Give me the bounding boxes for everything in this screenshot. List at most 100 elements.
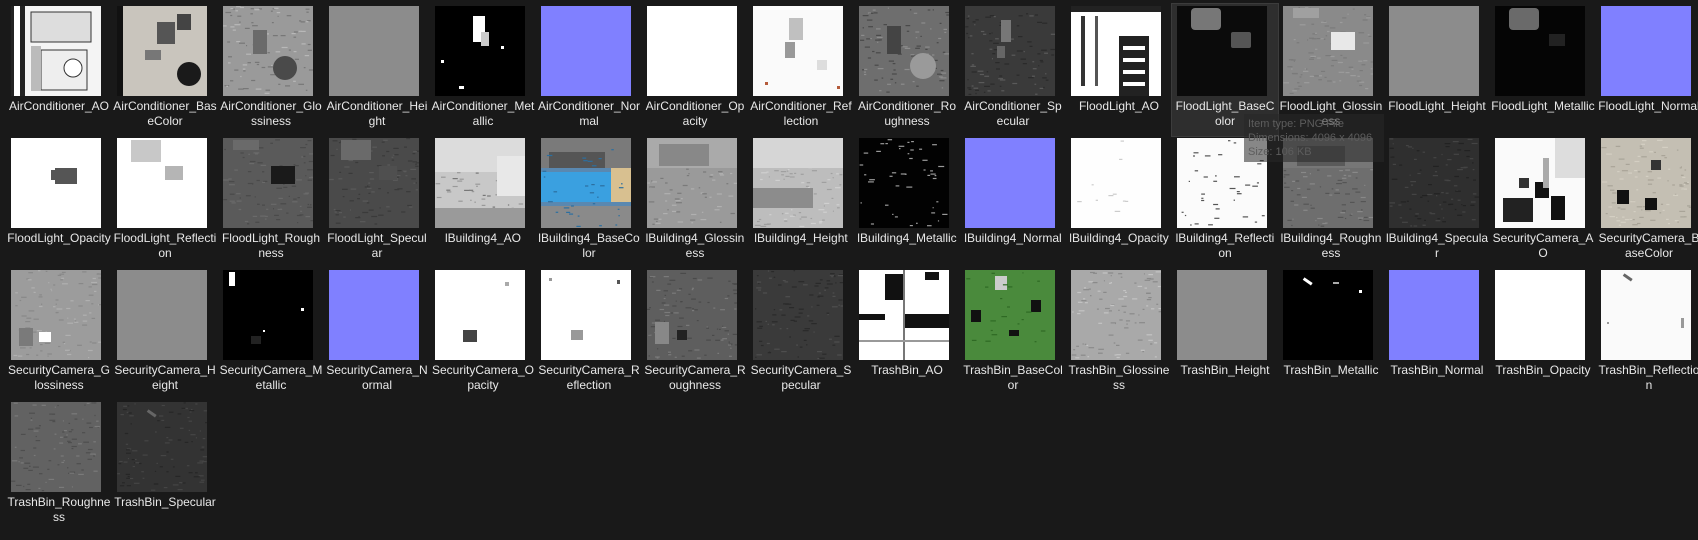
file-item[interactable]: TrashBin_Normal <box>1384 268 1490 400</box>
file-name-label: FloodLight_Metallic <box>1491 99 1595 113</box>
file-thumbnail <box>647 270 737 360</box>
file-name-label: FloodLight_Height <box>1388 99 1486 113</box>
file-thumbnail <box>11 138 101 228</box>
file-thumbnail <box>11 270 101 360</box>
file-thumbnail <box>859 270 949 360</box>
file-item[interactable]: AirConditioner_Reflection <box>748 4 854 136</box>
file-name-label: TrashBin_AO <box>871 363 943 377</box>
file-name-label: AirConditioner_Height <box>326 99 428 128</box>
file-item[interactable]: SecurityCamera_Normal <box>324 268 430 400</box>
file-item[interactable]: SecurityCamera_Glossiness <box>6 268 112 400</box>
file-item[interactable]: FloodLight_Glossiness <box>1278 4 1384 136</box>
file-name-label: lBuilding4_Reflection <box>1175 231 1275 260</box>
file-thumbnail <box>1389 138 1479 228</box>
file-thumbnail <box>1283 6 1373 96</box>
file-item[interactable]: lBuilding4_Metallic <box>854 136 960 268</box>
file-item[interactable]: TrashBin_AO <box>854 268 960 400</box>
file-item[interactable]: SecurityCamera_Specular <box>748 268 854 400</box>
file-thumbnail <box>859 138 949 228</box>
file-thumbnail <box>223 270 313 360</box>
file-thumbnail <box>435 270 525 360</box>
file-name-label: FloodLight_Reflection <box>113 231 217 260</box>
file-item[interactable]: lBuilding4_Specular <box>1384 136 1490 268</box>
file-item[interactable]: SecurityCamera_Height <box>112 268 218 400</box>
file-thumbnail <box>1601 270 1691 360</box>
file-item[interactable]: SecurityCamera_Metallic <box>218 268 324 400</box>
file-item[interactable]: AirConditioner_AO <box>6 4 112 136</box>
file-name-label: TrashBin_Reflection <box>1598 363 1698 392</box>
file-item[interactable]: AirConditioner_BaseColor <box>112 4 218 136</box>
file-item[interactable]: SecurityCamera_Roughness <box>642 268 748 400</box>
file-item[interactable]: FloodLight_BaseColor <box>1171 3 1279 137</box>
file-thumbnail <box>117 270 207 360</box>
file-item[interactable]: SecurityCamera_AO <box>1490 136 1596 268</box>
file-thumbnail <box>1389 6 1479 96</box>
file-item[interactable]: lBuilding4_BaseColor <box>536 136 642 268</box>
file-name-label: AirConditioner_Metallic <box>431 99 535 128</box>
file-item[interactable]: AirConditioner_Glossiness <box>218 4 324 136</box>
file-name-label: SecurityCamera_Height <box>114 363 216 392</box>
file-name-label: TrashBin_BaseColor <box>963 363 1063 392</box>
file-item[interactable]: lBuilding4_Reflection <box>1172 136 1278 268</box>
file-item[interactable]: lBuilding4_Height <box>748 136 854 268</box>
file-thumbnail <box>1071 270 1161 360</box>
file-thumbnail <box>1601 6 1691 96</box>
file-name-label: lBuilding4_Metallic <box>857 231 957 245</box>
file-item[interactable]: FloodLight_Opacity <box>6 136 112 268</box>
file-item[interactable]: FloodLight_AO <box>1066 4 1172 136</box>
file-item[interactable]: lBuilding4_Glossiness <box>642 136 748 268</box>
file-item[interactable]: AirConditioner_Roughness <box>854 4 960 136</box>
file-item[interactable]: TrashBin_Glossiness <box>1066 268 1172 400</box>
file-name-label: SecurityCamera_Roughness <box>644 363 746 392</box>
file-name-label: SecurityCamera_Reflection <box>538 363 640 392</box>
file-name-label: FloodLight_Specular <box>327 231 427 260</box>
file-thumbnail <box>1389 270 1479 360</box>
file-item[interactable]: lBuilding4_AO <box>430 136 536 268</box>
file-item[interactable]: TrashBin_Opacity <box>1490 268 1596 400</box>
file-thumbnail <box>223 138 313 228</box>
file-item[interactable]: FloodLight_Metallic <box>1490 4 1596 136</box>
file-item[interactable]: lBuilding4_Opacity <box>1066 136 1172 268</box>
file-name-label: SecurityCamera_AO <box>1492 231 1594 260</box>
file-item[interactable]: FloodLight_Specular <box>324 136 430 268</box>
file-item[interactable]: FloodLight_Roughness <box>218 136 324 268</box>
file-item[interactable]: AirConditioner_Specular <box>960 4 1066 136</box>
file-thumbnail <box>1495 270 1585 360</box>
file-item[interactable]: TrashBin_Reflection <box>1596 268 1698 400</box>
file-name-label: TrashBin_Specular <box>114 495 216 509</box>
file-item[interactable]: AirConditioner_Opacity <box>642 4 748 136</box>
file-item[interactable]: AirConditioner_Normal <box>536 4 642 136</box>
file-item[interactable]: lBuilding4_Roughness <box>1278 136 1384 268</box>
file-name-label: lBuilding4_Roughness <box>1280 231 1382 260</box>
file-item[interactable]: TrashBin_Specular <box>112 400 218 532</box>
file-thumbnail <box>435 6 525 96</box>
file-thumbnail <box>329 138 419 228</box>
file-item[interactable]: lBuilding4_Normal <box>960 136 1066 268</box>
file-thumbnail <box>541 270 631 360</box>
file-explorer-content-pane: AirConditioner_AO AirConditioner_BaseColo… <box>0 0 1698 540</box>
file-item[interactable]: AirConditioner_Height <box>324 4 430 136</box>
file-item[interactable]: TrashBin_Roughness <box>6 400 112 532</box>
file-thumbnail <box>117 138 207 228</box>
file-name-label: SecurityCamera_Opacity <box>431 363 535 392</box>
file-name-label: FloodLight_Glossiness <box>1279 99 1383 128</box>
file-name-label: TrashBin_Opacity <box>1495 363 1591 377</box>
file-item[interactable]: FloodLight_Height <box>1384 4 1490 136</box>
file-item[interactable]: TrashBin_Height <box>1172 268 1278 400</box>
file-name-label: SecurityCamera_Metallic <box>219 363 323 392</box>
file-name-label: SecurityCamera_Glossiness <box>7 363 111 392</box>
file-item[interactable]: SecurityCamera_Reflection <box>536 268 642 400</box>
file-item[interactable]: TrashBin_BaseColor <box>960 268 1066 400</box>
file-item[interactable]: SecurityCamera_BaseColor <box>1596 136 1698 268</box>
file-item[interactable]: TrashBin_Metallic <box>1278 268 1384 400</box>
file-thumbnail <box>11 402 101 492</box>
file-item[interactable]: SecurityCamera_Opacity <box>430 268 536 400</box>
file-thumbnail <box>647 138 737 228</box>
file-item[interactable]: FloodLight_Reflection <box>112 136 218 268</box>
file-item[interactable]: AirConditioner_Metallic <box>430 4 536 136</box>
file-thumbnail <box>1283 270 1373 360</box>
file-name-label: TrashBin_Normal <box>1390 363 1484 377</box>
file-name-label: AirConditioner_Opacity <box>645 99 745 128</box>
file-item[interactable]: FloodLight_Normal <box>1596 4 1698 136</box>
file-name-label: FloodLight_AO <box>1078 99 1160 113</box>
